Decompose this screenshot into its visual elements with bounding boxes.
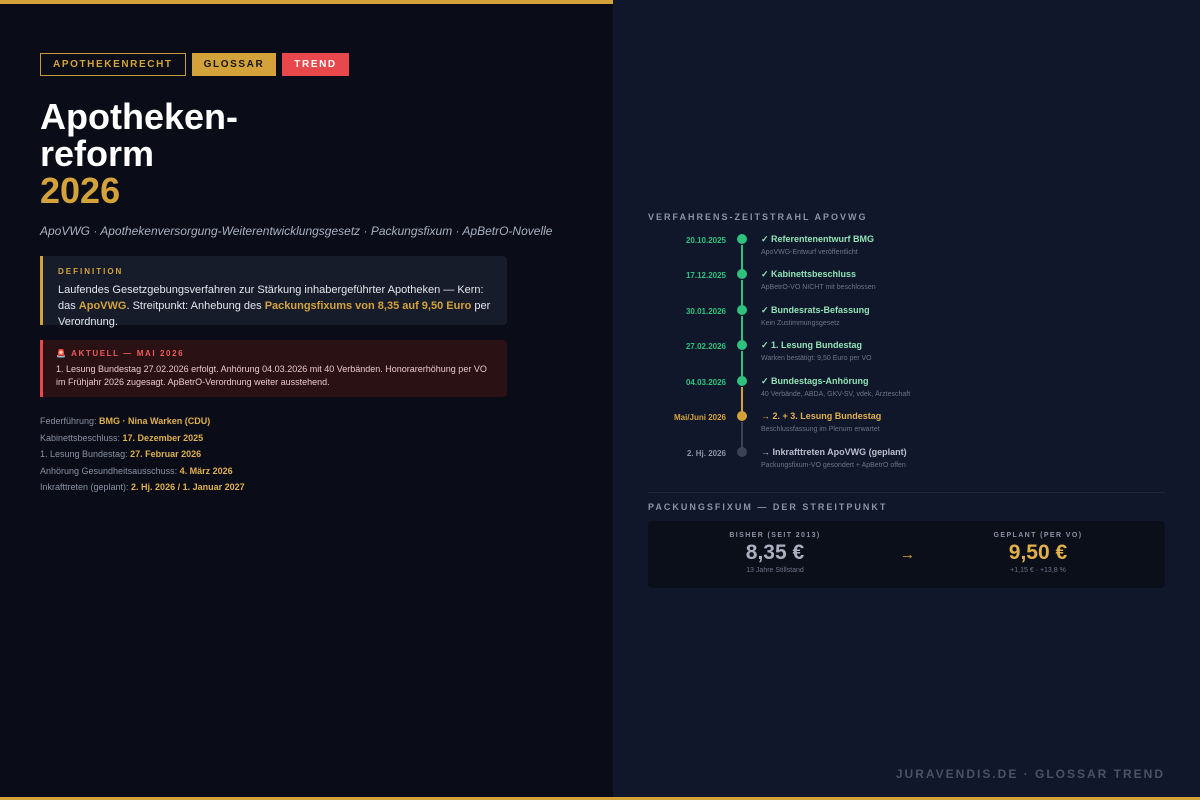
timeline-date: 30.01.2026 [685,307,726,316]
timeline-connector [741,280,743,307]
fixum-comparison-box: BISHER (SEIT 2013) 8,35 € 13 Jahre Still… [648,521,1165,588]
timeline-date: Mai/Juni 2026 [673,413,726,422]
timeline-dot [737,411,747,421]
timeline-connector [741,245,743,272]
fact-item: Federführung: BMG · Nina Warken (CDU) [40,416,211,426]
timeline-heading: VERFAHRENS-ZEITSTRAHL APOVWG [648,212,868,222]
timeline-item: 30.01.2026 ✓ Bundesrats-Befassung Kein Z… [648,305,1168,343]
timeline-date: 04.03.2026 [685,378,726,387]
fact-item: 1. Lesung Bundestag: 27. Februar 2026 [40,449,202,460]
timeline-dot [737,376,747,386]
fact-list: Federführung: BMG · Nina Warken (CDU) Ka… [40,413,245,496]
definition-box: DEFINITION Laufendes Gesetzgebungsverfah… [40,256,507,328]
timeline-title: → Inkrafttreten ApoVWG (geplant) [761,447,907,457]
page-title: Apotheken- reform 2026 [40,98,238,209]
fixum-after-value: 9,50 € [1008,541,1068,564]
highlight-apovwg: ApoVWG [78,300,127,312]
timeline-subtitle: ApBetrO-VO NICHT mit beschlossen [761,284,876,291]
timeline-date: 17.12.2025 [685,271,726,280]
fixum-after-label: GEPLANT (PER VO) [993,532,1083,539]
fixum-after-note: +1,15 € · +13,8 % [1010,567,1066,574]
footer-brand: JURAVENDIS.DE · GLOSSAR TREND [895,767,1165,781]
timeline-subtitle: Kein Zustimmungsgesetz [761,320,840,327]
tag-trend[interactable]: TREND [282,53,349,76]
timeline-dot [737,269,747,279]
timeline-item: 04.03.2026 ✓ Bundestags-Anhörung 40 Verb… [648,376,1168,414]
title-line-2: reform [40,133,155,174]
alert-text: 1. Lesung Bundestag 27.02.2026 erfolgt. … [56,364,487,387]
top-accent-bar [0,0,613,4]
timeline-dot [737,234,747,244]
fact-item: Kabinettsbeschluss: 17. Dezember 2025 [40,432,204,443]
timeline-date: 27.02.2026 [685,342,726,351]
fixum-before: BISHER (SEIT 2013) 8,35 € 13 Jahre Still… [695,532,855,574]
timeline-connector [741,351,743,378]
timeline-subtitle: Packungsfixum-VO gesondert + ApBetrO off… [761,462,906,469]
tag-glossar[interactable]: GLOSSAR [191,53,277,76]
alert-box: 🚨 AKTUELL — MAI 2026 1. Lesung Bundestag… [40,340,507,397]
timeline-dot [737,447,747,457]
definition-label: DEFINITION [58,267,124,276]
timeline-dot [737,340,747,350]
title-line-1: Apotheken- [40,96,238,137]
tag-row: APOTHEKENRECHT GLOSSAR TREND [40,53,349,76]
timeline-title: ✓ Kabinettsbeschluss [761,269,857,279]
fixum-before-note: 13 Jahre Stillstand [746,567,804,574]
fact-item: Inkrafttreten (geplant): 2. Hj. 2026 / 1… [40,482,245,493]
timeline-subtitle: Beschlussfassung im Plenum erwartet [761,426,880,433]
highlight-packungsfixum: Packungsfixums von 8,35 auf 9,50 Euro [264,300,472,312]
timeline-item: 2. Hj. 2026 → Inkrafttreten ApoVWG (gepl… [648,447,1168,485]
timeline-title: ✓ Referentenentwurf BMG [761,234,875,244]
timeline-item: 27.02.2026 ✓ 1. Lesung Bundestag Warken … [648,340,1168,378]
fact-item: Anhörung Gesundheitsausschuss: 4. März 2… [40,465,233,476]
timeline-connector [741,316,743,343]
timeline-item: Mai/Juni 2026 → 2. + 3. Lesung Bundestag… [648,411,1168,449]
timeline-title: → 2. + 3. Lesung Bundestag [761,411,882,421]
fixum-before-label: BISHER (SEIT 2013) [729,532,821,539]
timeline-title: ✓ Bundesrats-Befassung [761,305,870,315]
fixum-before-value: 8,35 € [745,541,805,564]
timeline-date: 20.10.2025 [685,236,726,245]
timeline-subtitle: ApoVWG-Entwurf veröffentlicht [761,249,858,256]
timeline-date: 2. Hj. 2026 [686,449,726,458]
timeline-dot [737,305,747,315]
timeline-connector [741,422,743,449]
timeline-subtitle: 40 Verbände, ABDA, GKV-SV, vdek, Ärztesc… [761,391,911,398]
section-divider [648,492,1165,493]
timeline-item: 20.10.2025 ✓ Referentenentwurf BMG ApoVW… [648,234,1168,272]
fixum-after: GEPLANT (PER VO) 9,50 € +1,15 € · +13,8 … [958,532,1118,574]
fixum-heading: PACKUNGSFIXUM — DER STREITPUNKT [648,502,888,512]
tag-apothekenrecht[interactable]: APOTHEKENRECHT [40,53,186,76]
title-year: 2026 [40,170,121,211]
timeline-connector [741,387,743,414]
arrow-right-icon: → [900,546,915,563]
alert-label: 🚨 AKTUELL — MAI 2026 [56,349,185,358]
page-subtitle: ApoVWG · Apothekenversorgung-Weiterentwi… [40,224,553,238]
definition-text: Laufendes Gesetzgebungsverfahren zur Stä… [58,284,491,328]
timeline-item: 17.12.2025 ✓ Kabinettsbeschluss ApBetrO-… [648,269,1168,307]
timeline-title: ✓ Bundestags-Anhörung [761,376,869,386]
timeline-title: ✓ 1. Lesung Bundestag [761,340,863,350]
timeline-subtitle: Warken bestätigt: 9,50 Euro per VO [761,355,872,362]
